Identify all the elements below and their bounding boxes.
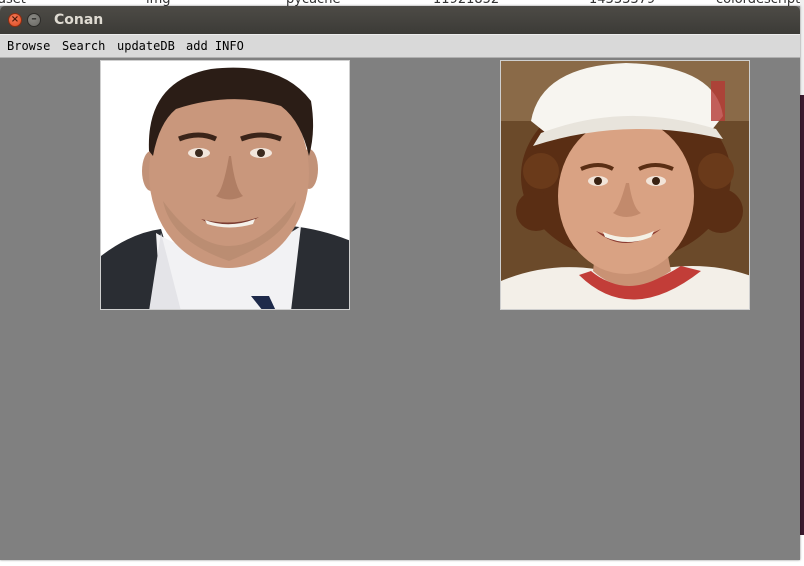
close-icon: × — [10, 14, 20, 25]
app-window: × – Conan Browse Search updateDB add INF… — [0, 6, 800, 560]
menu-browse[interactable]: Browse — [7, 39, 50, 53]
close-window-button[interactable]: × — [8, 13, 22, 27]
menu-update-db[interactable]: updateDB — [117, 39, 175, 53]
background-desktop-edge — [800, 95, 804, 535]
query-image — [100, 60, 350, 310]
background-window-edge — [800, 0, 804, 95]
menu-bar: Browse Search updateDB add INFO — [0, 34, 800, 58]
young-boy-photo — [501, 61, 749, 309]
menu-search[interactable]: Search — [62, 39, 105, 53]
result-image — [500, 60, 750, 310]
adult-man-photo — [101, 61, 349, 309]
menu-add-info[interactable]: add INFO — [186, 39, 244, 53]
minimize-window-button[interactable]: – — [27, 13, 41, 27]
minimize-icon: – — [31, 12, 37, 25]
title-bar[interactable]: × – Conan — [0, 6, 800, 34]
window-title: Conan — [54, 12, 104, 28]
